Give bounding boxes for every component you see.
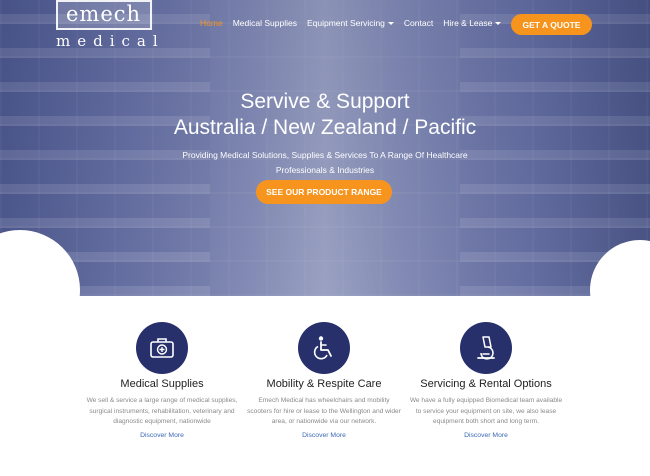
feature-icon-circle bbox=[298, 322, 350, 374]
product-range-button[interactable]: SEE OUR PRODUCT RANGE bbox=[256, 180, 392, 204]
hero-subtitle: Providing Medical Solutions, Supplies & … bbox=[182, 150, 468, 175]
hero-section: emech medical Home Medical Supplies Equi… bbox=[0, 0, 650, 296]
feature-text: We sell & service a large range of medic… bbox=[86, 397, 238, 425]
logo-text-bottom: medical bbox=[56, 32, 165, 50]
main-nav: Home Medical Supplies Equipment Servicin… bbox=[200, 18, 502, 28]
nav-item-medical-supplies[interactable]: Medical Supplies bbox=[233, 18, 297, 28]
site-logo[interactable]: emech medical bbox=[56, 0, 166, 50]
discover-more-link[interactable]: Discover More bbox=[386, 432, 586, 439]
microscope-icon bbox=[477, 336, 495, 360]
feature-icon-circle bbox=[460, 322, 512, 374]
features-section: Medical Supplies We sell & service a lar… bbox=[0, 322, 650, 476]
feature-servicing: Servicing & Rental Options We have a ful… bbox=[386, 322, 586, 439]
chevron-down-icon bbox=[387, 22, 394, 26]
feature-text: Emech Medical has wheelchairs and mobili… bbox=[247, 397, 401, 425]
chevron-down-icon bbox=[495, 22, 502, 26]
feature-title: Servicing & Rental Options bbox=[420, 378, 552, 390]
medical-case-icon bbox=[150, 338, 174, 358]
feature-icon-circle bbox=[136, 322, 188, 374]
hero-title-line2: Australia / New Zealand / Pacific bbox=[173, 116, 477, 139]
nav-item-hire-lease-label: Hire & Lease bbox=[443, 18, 493, 28]
logo-text-top: emech bbox=[66, 2, 142, 26]
feature-text: We have a fully equipped Biomedical team… bbox=[409, 397, 563, 425]
nav-item-equipment-servicing-label: Equipment Servicing bbox=[306, 18, 385, 28]
nav-item-contact[interactable]: Contact bbox=[404, 18, 433, 28]
nav-item-hire-lease[interactable]: Hire & Lease bbox=[443, 18, 502, 28]
hero-title-line1: Servive & Support bbox=[240, 90, 410, 113]
nav-item-home[interactable]: Home bbox=[200, 18, 223, 28]
wheelchair-icon bbox=[313, 336, 332, 360]
get-quote-button[interactable]: GET A QUOTE bbox=[511, 14, 592, 35]
nav-item-equipment-servicing[interactable]: Equipment Servicing bbox=[307, 18, 394, 28]
